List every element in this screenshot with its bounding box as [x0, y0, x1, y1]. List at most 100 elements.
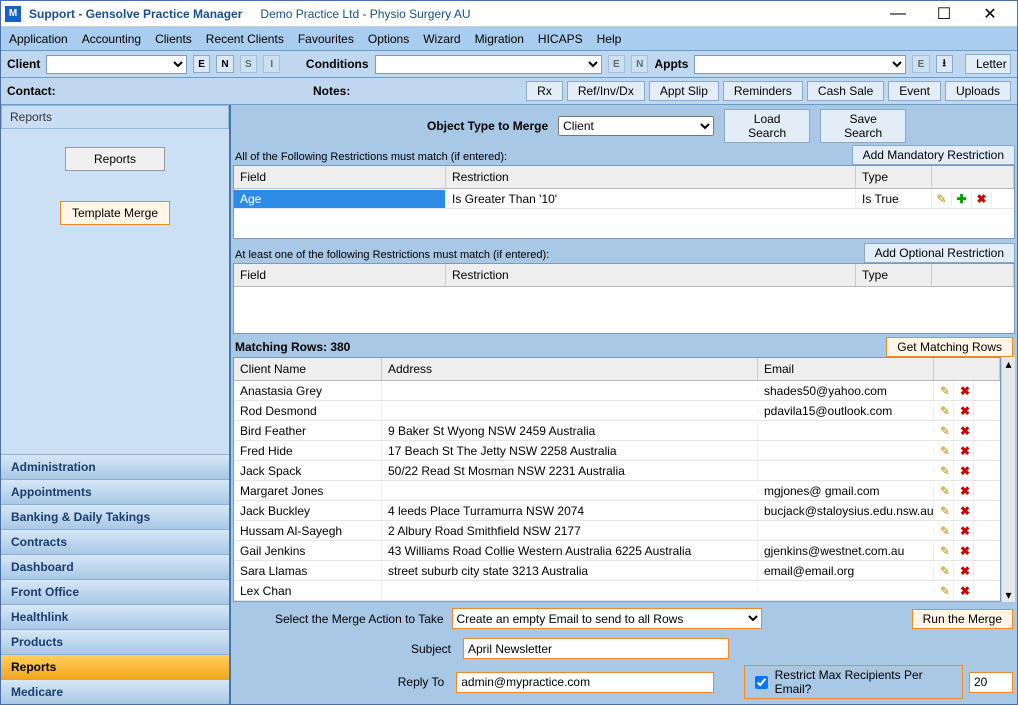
delete-icon[interactable]: ✖: [954, 422, 974, 440]
table-row[interactable]: Bird Feather9 Baker St Wyong NSW 2459 Au…: [234, 421, 1000, 441]
edit-icon[interactable]: ✎: [934, 502, 954, 520]
client-s-button[interactable]: S: [240, 55, 257, 73]
menu-migration[interactable]: Migration: [475, 32, 524, 46]
delete-icon[interactable]: ✖: [954, 582, 974, 600]
conditions-n-button[interactable]: N: [631, 55, 648, 73]
client-e-button[interactable]: E: [193, 55, 210, 73]
menu-wizard[interactable]: Wizard: [423, 32, 460, 46]
nav-banking[interactable]: Banking & Daily Takings: [1, 504, 229, 529]
edit-icon[interactable]: ✎: [934, 522, 954, 540]
edit-icon[interactable]: ✎: [934, 422, 954, 440]
edit-icon[interactable]: ✎: [932, 192, 952, 206]
client-select[interactable]: [46, 55, 187, 74]
delete-icon[interactable]: ✖: [954, 462, 974, 480]
save-search-button[interactable]: Save Search: [820, 109, 906, 143]
subject-input[interactable]: [463, 638, 729, 659]
delete-icon[interactable]: ✖: [954, 382, 974, 400]
delete-icon[interactable]: ✖: [954, 562, 974, 580]
table-row[interactable]: Margaret Jonesmgjones@ gmail.com✎✖: [234, 481, 1000, 501]
delete-icon[interactable]: ✖: [954, 442, 974, 460]
delete-icon[interactable]: ✖: [954, 402, 974, 420]
add-mandatory-button[interactable]: Add Mandatory Restriction: [852, 145, 1015, 165]
delete-icon[interactable]: ✖: [954, 482, 974, 500]
add-icon[interactable]: ✚: [952, 192, 972, 206]
run-merge-button[interactable]: Run the Merge: [912, 609, 1013, 629]
table-row[interactable]: Lex Chan✎✖: [234, 581, 1000, 601]
delete-icon[interactable]: ✖: [972, 192, 992, 206]
cash-sale-button[interactable]: Cash Sale: [807, 81, 884, 101]
reports-button[interactable]: Reports: [65, 147, 165, 171]
nav-medicare[interactable]: Medicare: [1, 679, 229, 704]
edit-icon[interactable]: ✎: [934, 482, 954, 500]
get-matching-rows-button[interactable]: Get Matching Rows: [886, 337, 1013, 357]
restrict-recipients-checkbox[interactable]: [755, 676, 768, 689]
table-row[interactable]: Jack Buckley4 leeds Place Turramurra NSW…: [234, 501, 1000, 521]
delete-icon[interactable]: ✖: [954, 542, 974, 560]
delete-icon[interactable]: ✖: [954, 502, 974, 520]
nav-administration[interactable]: Administration: [1, 454, 229, 479]
nav-reports[interactable]: Reports: [1, 654, 229, 679]
mandatory-type[interactable]: Is True: [856, 190, 932, 208]
letter-button[interactable]: Letter: [965, 54, 1011, 74]
appts-select[interactable]: [694, 55, 906, 74]
merge-action-select[interactable]: Create an empty Email to send to all Row…: [452, 608, 762, 629]
nav-contracts[interactable]: Contracts: [1, 529, 229, 554]
main-pane: Object Type to Merge Client Load Search …: [231, 105, 1017, 704]
load-search-button[interactable]: Load Search: [724, 109, 810, 143]
table-row[interactable]: Fred Hide17 Beach St The Jetty NSW 2258 …: [234, 441, 1000, 461]
nav-healthlink[interactable]: Healthlink: [1, 604, 229, 629]
nav-appointments[interactable]: Appointments: [1, 479, 229, 504]
refinvdx-button[interactable]: Ref/Inv/Dx: [567, 81, 645, 101]
menu-favourites[interactable]: Favourites: [298, 32, 354, 46]
scroll-down-icon[interactable]: ▾: [1005, 588, 1011, 602]
edit-icon[interactable]: ✎: [934, 402, 954, 420]
appt-slip-button[interactable]: Appt Slip: [649, 81, 719, 101]
table-row[interactable]: Sara Llamasstreet suburb city state 3213…: [234, 561, 1000, 581]
edit-icon[interactable]: ✎: [934, 562, 954, 580]
add-optional-button[interactable]: Add Optional Restriction: [864, 243, 1015, 263]
nav-dashboard[interactable]: Dashboard: [1, 554, 229, 579]
maximize-button[interactable]: ☐: [921, 3, 967, 25]
close-button[interactable]: ✕: [967, 3, 1013, 25]
conditions-e-button[interactable]: E: [608, 55, 625, 73]
conditions-select[interactable]: [375, 55, 602, 74]
table-row[interactable]: Jack Spack50/22 Read St Mosman NSW 2231 …: [234, 461, 1000, 481]
menu-clients[interactable]: Clients: [155, 32, 192, 46]
minimize-button[interactable]: —: [875, 3, 921, 25]
menu-accounting[interactable]: Accounting: [82, 32, 141, 46]
menu-options[interactable]: Options: [368, 32, 409, 46]
reminders-button[interactable]: Reminders: [723, 81, 803, 101]
template-merge-button[interactable]: Template Merge: [60, 201, 170, 225]
menu-hicaps[interactable]: HICAPS: [538, 32, 583, 46]
download-icon[interactable]: ⭳: [936, 55, 953, 73]
mandatory-field[interactable]: Age: [234, 190, 446, 208]
edit-icon[interactable]: ✎: [934, 462, 954, 480]
menu-recent-clients[interactable]: Recent Clients: [206, 32, 284, 46]
menu-application[interactable]: Application: [9, 32, 68, 46]
delete-icon[interactable]: ✖: [954, 522, 974, 540]
nav-front-office[interactable]: Front Office: [1, 579, 229, 604]
mandatory-restriction[interactable]: Is Greater Than '10': [446, 190, 856, 208]
event-button[interactable]: Event: [888, 81, 941, 101]
nav-products[interactable]: Products: [1, 629, 229, 654]
table-row[interactable]: Anastasia Greyshades50@yahoo.com✎✖: [234, 381, 1000, 401]
table-row[interactable]: Hussam Al-Sayegh2 Albury Road Smithfield…: [234, 521, 1000, 541]
reply-to-input[interactable]: [456, 672, 714, 693]
edit-icon[interactable]: ✎: [934, 382, 954, 400]
results-scrollbar[interactable]: ▴ ▾: [1001, 357, 1015, 602]
edit-icon[interactable]: ✎: [934, 542, 954, 560]
menu-help[interactable]: Help: [597, 32, 622, 46]
client-i-button[interactable]: I: [263, 55, 280, 73]
cell-address: 9 Baker St Wyong NSW 2459 Australia: [382, 422, 758, 440]
appts-e-button[interactable]: E: [912, 55, 929, 73]
client-n-button[interactable]: N: [216, 55, 233, 73]
uploads-button[interactable]: Uploads: [945, 81, 1011, 101]
edit-icon[interactable]: ✎: [934, 442, 954, 460]
edit-icon[interactable]: ✎: [934, 582, 954, 600]
object-type-select[interactable]: Client: [558, 116, 714, 136]
max-recipients-input[interactable]: [969, 672, 1013, 693]
table-row[interactable]: Gail Jenkins43 Williams Road Collie West…: [234, 541, 1000, 561]
scroll-up-icon[interactable]: ▴: [1005, 357, 1011, 371]
table-row[interactable]: Rod Desmondpdavila15@outlook.com✎✖: [234, 401, 1000, 421]
rx-button[interactable]: Rx: [526, 81, 563, 101]
